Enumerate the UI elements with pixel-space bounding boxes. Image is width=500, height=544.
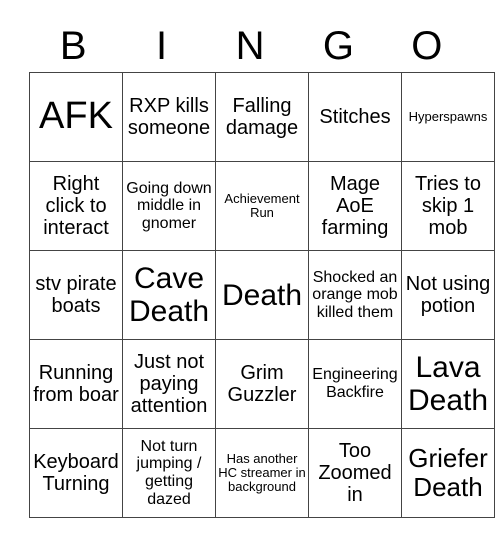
bingo-grid: AFK RXP kills someone Falling damage Stitch…: [29, 72, 495, 518]
header-letter-b: B: [59, 24, 87, 68]
bingo-cell[interactable]: Running from boar: [29, 339, 123, 429]
bingo-cell[interactable]: Not using potion: [401, 250, 495, 340]
bingo-row: AFK RXP kills someone Falling damage Stitch…: [29, 72, 495, 162]
bingo-cell[interactable]: Lava Death: [401, 339, 495, 429]
bingo-cell[interactable]: Tries to skip 1 mob: [401, 161, 495, 251]
header-letter-n: N: [235, 24, 265, 68]
bingo-cell[interactable]: Too Zoomed in: [308, 428, 402, 518]
bingo-cell[interactable]: Right click to interact: [29, 161, 123, 251]
bingo-cell[interactable]: Mage AoE farming: [308, 161, 402, 251]
bingo-row: Running from boar Just not paying attenti…: [29, 339, 495, 429]
bingo-row: Keyboard Turning Not turn jumping / getti…: [29, 428, 495, 518]
header-letter-i: I: [156, 24, 168, 68]
bingo-cell[interactable]: RXP kills someone: [122, 72, 216, 162]
bingo-cell[interactable]: Not turn jumping / getting dazed: [122, 428, 216, 518]
bingo-cell[interactable]: Achievement Run: [215, 161, 309, 251]
bingo-cell[interactable]: Death: [215, 250, 309, 340]
bingo-cell[interactable]: Engineering Backfire: [308, 339, 402, 429]
bingo-cell[interactable]: Cave Death: [122, 250, 216, 340]
bingo-cell[interactable]: AFK: [29, 72, 123, 162]
bingo-row: Right click to interact Going down middle…: [29, 161, 495, 251]
bingo-cell[interactable]: Keyboard Turning: [29, 428, 123, 518]
bingo-cell[interactable]: Going down middle in gnomer: [122, 161, 216, 251]
header-letter-g: G: [322, 24, 354, 68]
bingo-cell[interactable]: Shocked an orange mob killed them: [308, 250, 402, 340]
bingo-row: stv pirate boats Cave Death Death Shocked a…: [29, 250, 495, 340]
bingo-cell[interactable]: Falling damage: [215, 72, 309, 162]
bingo-cell[interactable]: stv pirate boats: [29, 250, 123, 340]
bingo-cell[interactable]: Has another HC streamer in background: [215, 428, 309, 518]
bingo-header: B I N G O: [29, 20, 471, 72]
bingo-cell[interactable]: Griefer Death: [401, 428, 495, 518]
header-letter-o: O: [411, 24, 443, 68]
bingo-cell[interactable]: Grim Guzzler: [215, 339, 309, 429]
bingo-cell[interactable]: Just not paying attention: [122, 339, 216, 429]
bingo-cell[interactable]: Hyperspawns: [401, 72, 495, 162]
bingo-cell[interactable]: Stitches: [308, 72, 402, 162]
